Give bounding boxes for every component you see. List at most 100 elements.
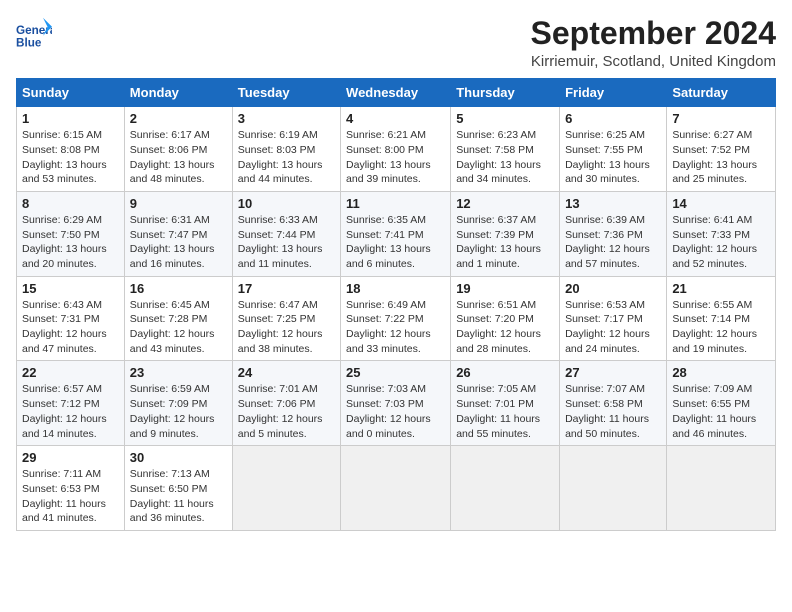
day-number: 27: [565, 365, 661, 380]
weekday-header-thursday: Thursday: [451, 79, 560, 107]
day-number: 18: [346, 281, 445, 296]
table-row: 15 Sunrise: 6:43 AM Sunset: 7:31 PM Dayli…: [17, 276, 125, 361]
table-row: 6Sunrise: 6:25 AM Sunset: 7:55 PM Daylig…: [560, 107, 667, 192]
day-number: 3: [238, 111, 335, 126]
table-row: 29 Sunrise: 7:11 AM Sunset: 6:53 PM Dayli…: [17, 446, 125, 531]
table-row: 9 Sunrise: 6:31 AM Sunset: 7:47 PM Daylig…: [124, 191, 232, 276]
day-info: Sunrise: 6:55 AM Sunset: 7:14 PM Dayligh…: [672, 298, 770, 357]
day-info: Sunrise: 6:35 AM Sunset: 7:41 PM Dayligh…: [346, 213, 445, 272]
table-row: 11 Sunrise: 6:35 AM Sunset: 7:41 PM Dayli…: [341, 191, 451, 276]
day-number: 9: [130, 196, 227, 211]
day-number: 28: [672, 365, 770, 380]
weekday-header-monday: Monday: [124, 79, 232, 107]
day-info: Sunrise: 6:47 AM Sunset: 7:25 PM Dayligh…: [238, 298, 335, 357]
day-info: Sunrise: 6:15 AM Sunset: 8:08 PM Dayligh…: [22, 128, 119, 187]
day-info: Sunrise: 6:49 AM Sunset: 7:22 PM Dayligh…: [346, 298, 445, 357]
day-info: Sunrise: 6:33 AM Sunset: 7:44 PM Dayligh…: [238, 213, 335, 272]
table-row: 25 Sunrise: 7:03 AM Sunset: 7:03 PM Dayli…: [341, 361, 451, 446]
table-row: [232, 446, 340, 531]
table-row: 13 Sunrise: 6:39 AM Sunset: 7:36 PM Dayli…: [560, 191, 667, 276]
day-number: 26: [456, 365, 554, 380]
day-info: Sunrise: 6:19 AM Sunset: 8:03 PM Dayligh…: [238, 128, 335, 187]
day-info: Sunrise: 6:37 AM Sunset: 7:39 PM Dayligh…: [456, 213, 554, 272]
day-number: 20: [565, 281, 661, 296]
day-number: 13: [565, 196, 661, 211]
day-number: 25: [346, 365, 445, 380]
day-number: 16: [130, 281, 227, 296]
day-info: Sunrise: 7:03 AM Sunset: 7:03 PM Dayligh…: [346, 382, 445, 441]
day-number: 12: [456, 196, 554, 211]
day-number: 7: [672, 111, 770, 126]
day-info: Sunrise: 6:25 AM Sunset: 7:55 PM Dayligh…: [565, 128, 661, 187]
table-row: 24 Sunrise: 7:01 AM Sunset: 7:06 PM Dayli…: [232, 361, 340, 446]
table-row: [560, 446, 667, 531]
table-row: 2 Sunrise: 6:17 AM Sunset: 8:06 PM Daylig…: [124, 107, 232, 192]
weekday-header-friday: Friday: [560, 79, 667, 107]
day-number: 23: [130, 365, 227, 380]
day-number: 8: [22, 196, 119, 211]
table-row: 23Sunrise: 6:59 AM Sunset: 7:09 PM Dayli…: [124, 361, 232, 446]
day-number: 22: [22, 365, 119, 380]
calendar-week-4: 22Sunrise: 6:57 AM Sunset: 7:12 PM Dayli…: [17, 361, 776, 446]
table-row: 21Sunrise: 6:55 AM Sunset: 7:14 PM Dayli…: [667, 276, 776, 361]
month-title: September 2024: [531, 16, 776, 51]
table-row: [341, 446, 451, 531]
calendar-week-2: 8Sunrise: 6:29 AM Sunset: 7:50 PM Daylig…: [17, 191, 776, 276]
calendar-week-5: 29 Sunrise: 7:11 AM Sunset: 6:53 PM Dayli…: [17, 446, 776, 531]
table-row: 14 Sunrise: 6:41 AM Sunset: 7:33 PM Dayli…: [667, 191, 776, 276]
table-row: 18 Sunrise: 6:49 AM Sunset: 7:22 PM Dayli…: [341, 276, 451, 361]
day-info: Sunrise: 7:07 AM Sunset: 6:58 PM Dayligh…: [565, 382, 661, 441]
table-row: 5 Sunrise: 6:23 AM Sunset: 7:58 PM Daylig…: [451, 107, 560, 192]
logo: General Blue: [16, 16, 56, 52]
table-row: 19 Sunrise: 6:51 AM Sunset: 7:20 PM Dayli…: [451, 276, 560, 361]
day-number: 19: [456, 281, 554, 296]
day-info: Sunrise: 6:53 AM Sunset: 7:17 PM Dayligh…: [565, 298, 661, 357]
calendar-week-3: 15 Sunrise: 6:43 AM Sunset: 7:31 PM Dayli…: [17, 276, 776, 361]
table-row: 28 Sunrise: 7:09 AM Sunset: 6:55 PM Dayli…: [667, 361, 776, 446]
day-info: Sunrise: 7:09 AM Sunset: 6:55 PM Dayligh…: [672, 382, 770, 441]
table-row: 26Sunrise: 7:05 AM Sunset: 7:01 PM Dayli…: [451, 361, 560, 446]
table-row: 16Sunrise: 6:45 AM Sunset: 7:28 PM Dayli…: [124, 276, 232, 361]
day-number: 5: [456, 111, 554, 126]
table-row: 4Sunrise: 6:21 AM Sunset: 8:00 PM Daylig…: [341, 107, 451, 192]
day-number: 1: [22, 111, 119, 126]
table-row: [451, 446, 560, 531]
day-info: Sunrise: 6:51 AM Sunset: 7:20 PM Dayligh…: [456, 298, 554, 357]
day-number: 11: [346, 196, 445, 211]
day-info: Sunrise: 6:31 AM Sunset: 7:47 PM Dayligh…: [130, 213, 227, 272]
table-row: 27 Sunrise: 7:07 AM Sunset: 6:58 PM Dayli…: [560, 361, 667, 446]
day-number: 17: [238, 281, 335, 296]
day-number: 24: [238, 365, 335, 380]
table-row: 10Sunrise: 6:33 AM Sunset: 7:44 PM Dayli…: [232, 191, 340, 276]
day-info: Sunrise: 7:11 AM Sunset: 6:53 PM Dayligh…: [22, 467, 119, 526]
title-block: September 2024 Kirriemuir, Scotland, Uni…: [531, 16, 776, 70]
weekday-header-wednesday: Wednesday: [341, 79, 451, 107]
calendar-week-1: 1 Sunrise: 6:15 AM Sunset: 8:08 PM Daylig…: [17, 107, 776, 192]
table-row: 17 Sunrise: 6:47 AM Sunset: 7:25 PM Dayli…: [232, 276, 340, 361]
weekday-header-tuesday: Tuesday: [232, 79, 340, 107]
table-row: 8Sunrise: 6:29 AM Sunset: 7:50 PM Daylig…: [17, 191, 125, 276]
day-number: 14: [672, 196, 770, 211]
table-row: 1 Sunrise: 6:15 AM Sunset: 8:08 PM Daylig…: [17, 107, 125, 192]
day-info: Sunrise: 6:41 AM Sunset: 7:33 PM Dayligh…: [672, 213, 770, 272]
table-row: 7 Sunrise: 6:27 AM Sunset: 7:52 PM Daylig…: [667, 107, 776, 192]
table-row: [667, 446, 776, 531]
day-info: Sunrise: 6:23 AM Sunset: 7:58 PM Dayligh…: [456, 128, 554, 187]
day-info: Sunrise: 7:01 AM Sunset: 7:06 PM Dayligh…: [238, 382, 335, 441]
day-info: Sunrise: 6:21 AM Sunset: 8:00 PM Dayligh…: [346, 128, 445, 187]
svg-text:Blue: Blue: [16, 37, 42, 50]
day-number: 15: [22, 281, 119, 296]
day-number: 29: [22, 450, 119, 465]
weekday-header-row: SundayMondayTuesdayWednesdayThursdayFrid…: [17, 79, 776, 107]
day-info: Sunrise: 6:17 AM Sunset: 8:06 PM Dayligh…: [130, 128, 227, 187]
table-row: 22Sunrise: 6:57 AM Sunset: 7:12 PM Dayli…: [17, 361, 125, 446]
location: Kirriemuir, Scotland, United Kingdom: [531, 53, 776, 70]
table-row: 20 Sunrise: 6:53 AM Sunset: 7:17 PM Dayli…: [560, 276, 667, 361]
weekday-header-saturday: Saturday: [667, 79, 776, 107]
day-info: Sunrise: 6:43 AM Sunset: 7:31 PM Dayligh…: [22, 298, 119, 357]
day-number: 30: [130, 450, 227, 465]
day-info: Sunrise: 6:27 AM Sunset: 7:52 PM Dayligh…: [672, 128, 770, 187]
day-info: Sunrise: 6:39 AM Sunset: 7:36 PM Dayligh…: [565, 213, 661, 272]
day-number: 2: [130, 111, 227, 126]
weekday-header-sunday: Sunday: [17, 79, 125, 107]
